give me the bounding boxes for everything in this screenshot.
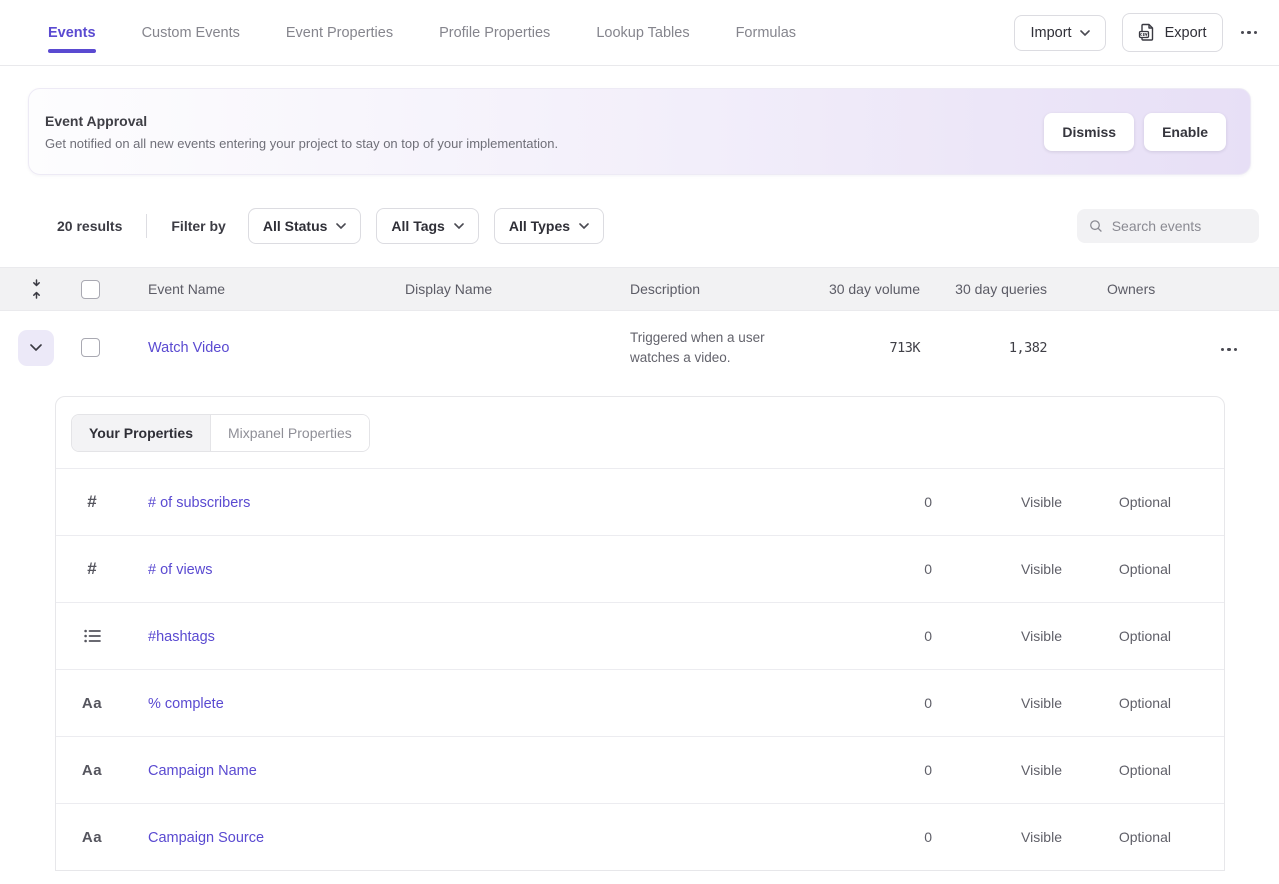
filter-by-label: Filter by xyxy=(171,218,225,234)
number-type-icon: # xyxy=(87,492,96,512)
properties-tab-group: Your Properties Mixpanel Properties xyxy=(56,397,1224,468)
chevron-down-icon xyxy=(454,223,464,229)
collapse-row-button[interactable] xyxy=(18,330,54,366)
property-link[interactable]: # of subscribers xyxy=(148,495,250,511)
property-count: 0 xyxy=(822,628,932,644)
tab-custom-events[interactable]: Custom Events xyxy=(142,3,240,63)
import-button[interactable]: Import xyxy=(1014,15,1105,51)
column-header-queries: 30 day queries xyxy=(920,281,1047,297)
chevron-down-icon xyxy=(30,344,42,351)
banner-title: Event Approval xyxy=(45,113,558,129)
csv-file-icon xyxy=(1138,23,1157,42)
more-options-icon[interactable] xyxy=(1239,25,1260,41)
property-row: Aa % complete 0 Visible Optional xyxy=(56,669,1224,736)
search-box[interactable] xyxy=(1077,209,1259,243)
chevron-down-icon xyxy=(579,223,589,229)
property-row: Aa Campaign Source 0 Visible Optional xyxy=(56,803,1224,870)
property-requirement: Optional xyxy=(1062,628,1171,644)
filter-bar: 20 results Filter by All Status All Tags… xyxy=(57,208,1259,244)
property-row: # # of subscribers 0 Visible Optional xyxy=(56,468,1224,535)
tab-lookup-tables[interactable]: Lookup Tables xyxy=(596,3,689,63)
property-requirement: Optional xyxy=(1062,695,1171,711)
search-input[interactable] xyxy=(1112,218,1247,234)
results-count: 20 results xyxy=(57,218,122,234)
property-link[interactable]: % complete xyxy=(148,696,224,712)
column-header-event-name: Event Name xyxy=(108,281,365,297)
column-header-description: Description xyxy=(590,281,775,297)
import-button-label: Import xyxy=(1030,25,1071,41)
chevron-down-icon xyxy=(1080,30,1090,36)
enable-button[interactable]: Enable xyxy=(1144,113,1226,151)
text-type-icon: Aa xyxy=(82,762,102,779)
text-type-icon: Aa xyxy=(82,829,102,846)
table-header: Event Name Display Name Description 30 d… xyxy=(0,267,1279,311)
tab-formulas[interactable]: Formulas xyxy=(736,3,796,63)
event-name-link[interactable]: Watch Video xyxy=(148,340,229,356)
event-row: Watch Video Triggered when a user watche… xyxy=(0,311,1279,384)
property-visibility: Visible xyxy=(932,762,1062,778)
export-button-label: Export xyxy=(1165,25,1207,41)
property-count: 0 xyxy=(822,695,932,711)
row-more-options-icon[interactable] xyxy=(1219,342,1240,358)
types-filter-dropdown[interactable]: All Types xyxy=(494,208,604,244)
status-filter-label: All Status xyxy=(263,218,328,234)
event-properties-panel: Your Properties Mixpanel Properties # # … xyxy=(55,396,1225,871)
types-filter-label: All Types xyxy=(509,218,570,234)
property-link[interactable]: Campaign Name xyxy=(148,763,257,779)
event-description: Triggered when a user watches a video. xyxy=(630,328,775,367)
number-type-icon: # xyxy=(87,559,96,579)
property-count: 0 xyxy=(822,762,932,778)
search-icon xyxy=(1089,218,1103,234)
top-navigation: Events Custom Events Event Properties Pr… xyxy=(0,0,1279,66)
banner-text: Event Approval Get notified on all new e… xyxy=(45,113,558,151)
volume-value: 713K xyxy=(775,340,920,356)
event-approval-banner: Event Approval Get notified on all new e… xyxy=(28,88,1251,175)
property-row: # # of views 0 Visible Optional xyxy=(56,535,1224,602)
queries-value: 1,382 xyxy=(920,340,1047,356)
select-all-checkbox[interactable] xyxy=(81,280,100,299)
column-header-owners: Owners xyxy=(1047,281,1157,297)
nav-actions: Import Export xyxy=(1014,13,1259,52)
property-count: 0 xyxy=(822,561,932,577)
chevron-down-icon xyxy=(336,223,346,229)
status-filter-dropdown[interactable]: All Status xyxy=(248,208,362,244)
tab-mixpanel-properties[interactable]: Mixpanel Properties xyxy=(211,415,369,451)
property-visibility: Visible xyxy=(932,561,1062,577)
property-requirement: Optional xyxy=(1062,829,1171,845)
tab-event-properties[interactable]: Event Properties xyxy=(286,3,393,63)
collapse-all-icon[interactable] xyxy=(30,279,43,299)
tags-filter-label: All Tags xyxy=(391,218,444,234)
property-count: 0 xyxy=(822,494,932,510)
list-type-icon xyxy=(84,629,101,643)
property-link[interactable]: #hashtags xyxy=(148,629,215,645)
property-visibility: Visible xyxy=(932,628,1062,644)
tags-filter-dropdown[interactable]: All Tags xyxy=(376,208,478,244)
property-link[interactable]: Campaign Source xyxy=(148,830,264,846)
banner-actions: Dismiss Enable xyxy=(1044,113,1226,151)
property-visibility: Visible xyxy=(932,695,1062,711)
tab-profile-properties[interactable]: Profile Properties xyxy=(439,3,550,63)
property-requirement: Optional xyxy=(1062,762,1171,778)
lexicon-tabs: Events Custom Events Event Properties Pr… xyxy=(48,3,796,63)
text-type-icon: Aa xyxy=(82,695,102,712)
property-visibility: Visible xyxy=(932,829,1062,845)
export-button[interactable]: Export xyxy=(1122,13,1223,52)
tab-your-properties[interactable]: Your Properties xyxy=(72,415,211,451)
property-row: Aa Campaign Name 0 Visible Optional xyxy=(56,736,1224,803)
property-requirement: Optional xyxy=(1062,494,1171,510)
divider xyxy=(146,214,147,238)
row-checkbox[interactable] xyxy=(81,338,100,357)
banner-description: Get notified on all new events entering … xyxy=(45,136,558,151)
property-link[interactable]: # of views xyxy=(148,562,212,578)
property-row: #hashtags 0 Visible Optional xyxy=(56,602,1224,669)
column-header-volume: 30 day volume xyxy=(775,281,920,297)
column-header-display-name: Display Name xyxy=(365,281,590,297)
property-count: 0 xyxy=(822,829,932,845)
property-visibility: Visible xyxy=(932,494,1062,510)
dismiss-button[interactable]: Dismiss xyxy=(1044,113,1134,151)
tab-events[interactable]: Events xyxy=(48,3,96,63)
property-requirement: Optional xyxy=(1062,561,1171,577)
